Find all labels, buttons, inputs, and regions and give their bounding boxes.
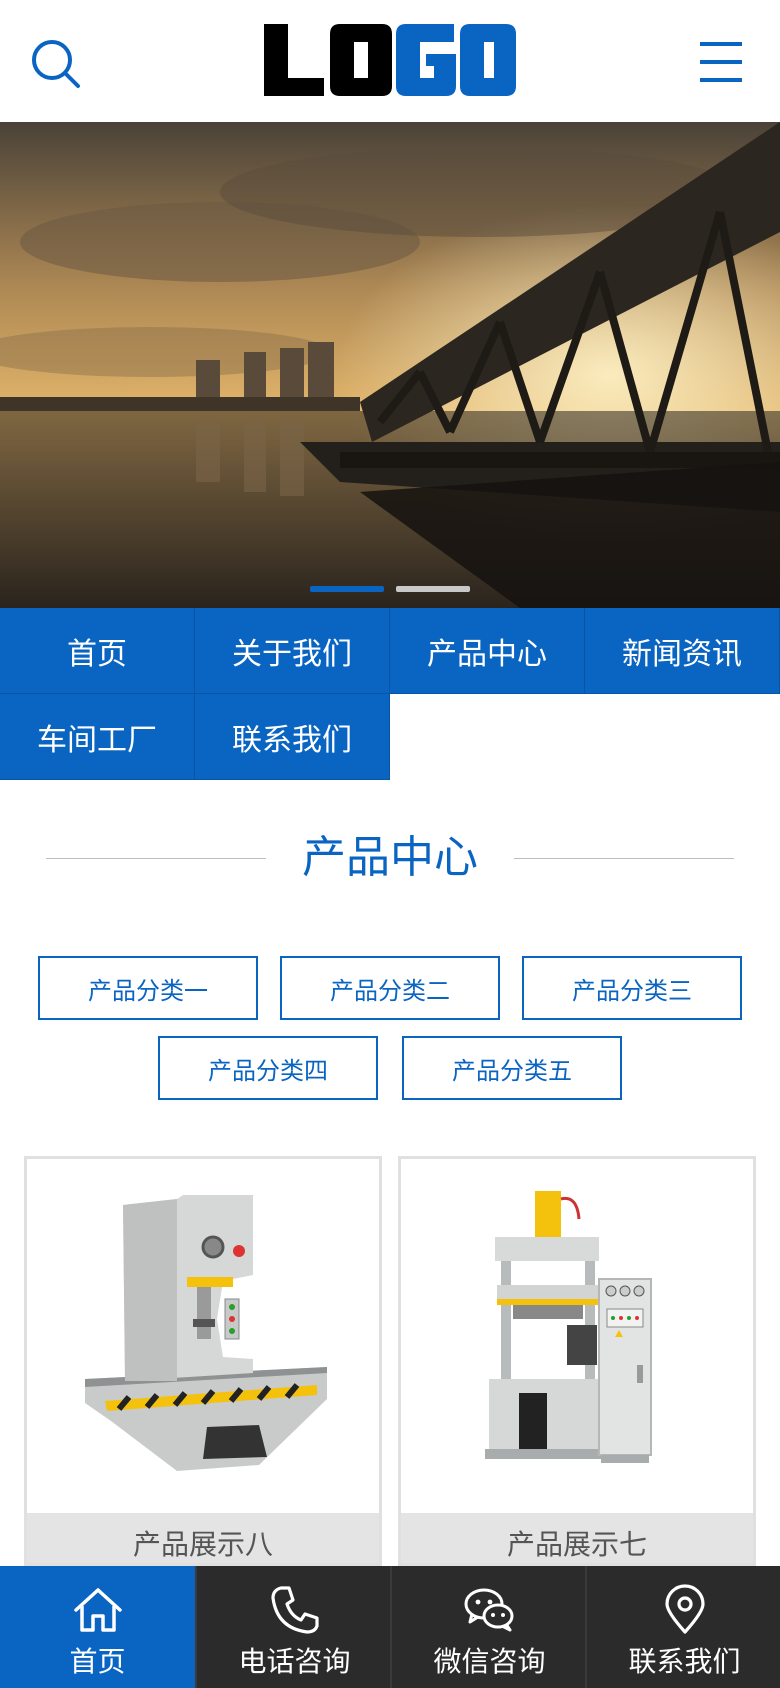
category-button-3[interactable]: 产品分类三 <box>522 956 742 1020</box>
wechat-icon <box>464 1588 514 1632</box>
nav-item-news[interactable]: 新闻资讯 <box>585 608 780 694</box>
logo-image <box>264 24 516 96</box>
banner-pagination <box>0 586 780 592</box>
divider-line <box>514 858 734 859</box>
footer-wechat-button[interactable]: 微信咨询 <box>392 1566 587 1688</box>
bottom-toolbar: 首页 电话咨询 微信咨询 联系我们 <box>0 1566 780 1688</box>
product-image <box>401 1159 753 1513</box>
phone-icon <box>271 1586 319 1634</box>
product-caption: 产品展示七 <box>401 1513 753 1563</box>
product-card[interactable]: 产品展示七 <box>398 1156 756 1566</box>
hero-banner[interactable] <box>0 122 780 608</box>
menu-button[interactable] <box>690 34 752 94</box>
footer-label: 电话咨询 <box>238 1645 351 1678</box>
main-nav: 首页 关于我们 产品中心 新闻资讯 车间工厂 联系我们 <box>0 608 780 780</box>
search-button[interactable] <box>26 34 86 94</box>
slide-indicator-active[interactable] <box>310 586 384 592</box>
divider-line <box>46 858 266 859</box>
footer-phone-button[interactable]: 电话咨询 <box>197 1566 392 1688</box>
footer-home-button[interactable]: 首页 <box>0 1566 195 1688</box>
category-button-2[interactable]: 产品分类二 <box>280 956 500 1020</box>
category-button-4[interactable]: 产品分类四 <box>158 1036 378 1100</box>
product-image <box>27 1159 379 1513</box>
banner-image <box>0 122 780 608</box>
footer-label: 首页 <box>69 1645 126 1678</box>
nav-item-home[interactable]: 首页 <box>0 608 195 694</box>
logo[interactable] <box>262 20 518 100</box>
header <box>0 0 780 122</box>
footer-contact-button[interactable]: 联系我们 <box>587 1566 780 1688</box>
search-icon <box>32 40 80 88</box>
nav-item-contact[interactable]: 联系我们 <box>195 694 390 780</box>
nav-item-products[interactable]: 产品中心 <box>390 608 585 694</box>
slide-indicator[interactable] <box>396 586 470 592</box>
section-header: 产品中心 <box>0 820 780 900</box>
product-caption: 产品展示八 <box>27 1513 379 1563</box>
footer-label: 微信咨询 <box>433 1645 546 1678</box>
home-icon <box>74 1588 122 1632</box>
nav-item-workshop[interactable]: 车间工厂 <box>0 694 195 780</box>
hamburger-menu-icon <box>700 42 742 82</box>
section-title: 产品中心 <box>302 832 478 883</box>
category-button-1[interactable]: 产品分类一 <box>38 956 258 1020</box>
nav-item-about[interactable]: 关于我们 <box>195 608 390 694</box>
location-pin-icon <box>665 1584 705 1634</box>
product-card[interactable]: 产品展示八 <box>24 1156 382 1566</box>
footer-label: 联系我们 <box>628 1645 741 1678</box>
category-button-5[interactable]: 产品分类五 <box>402 1036 622 1100</box>
